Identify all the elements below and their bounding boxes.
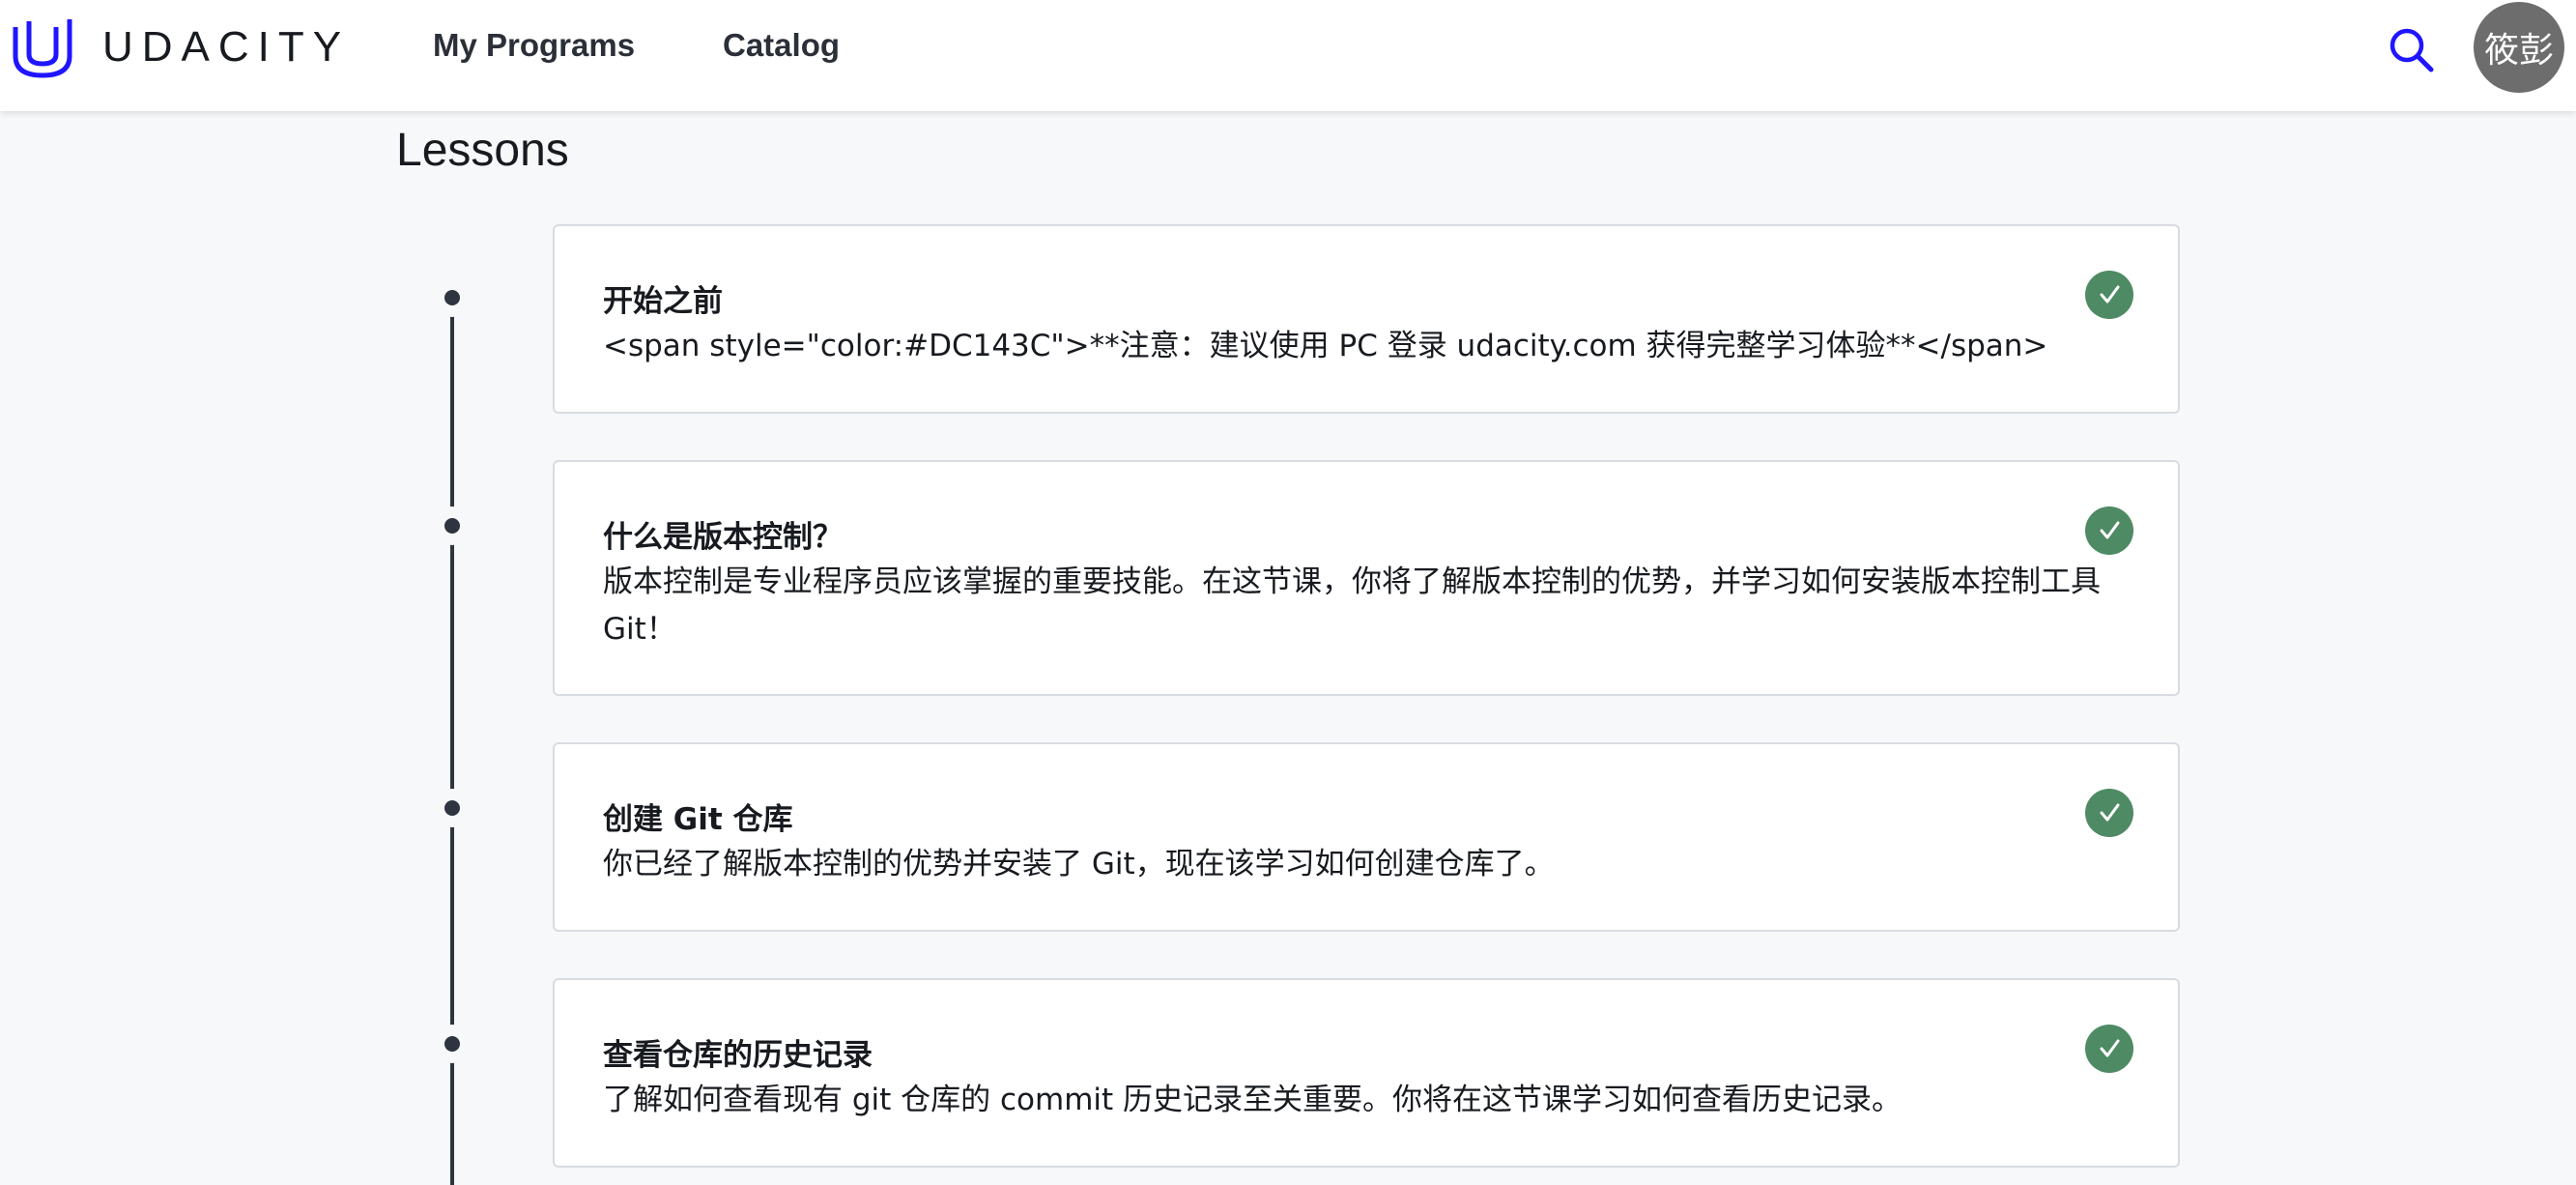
- lesson-description: 版本控制是专业程序员应该掌握的重要技能。在这节课，你将了解版本控制的优势，并学习…: [603, 564, 2101, 647]
- udacity-logo-icon: [13, 19, 72, 78]
- lesson-title: 创建 Git 仓库: [603, 802, 793, 837]
- avatar[interactable]: 筱彭: [2474, 2, 2564, 93]
- top-navigation-bar: UDACITY My Programs Catalog 筱彭: [0, 0, 2576, 111]
- lesson-card[interactable]: 开始之前 <span style="color:#DC143C">**注意：建议…: [553, 224, 2180, 414]
- lesson-description: 你已经了解版本控制的优势并安装了 Git，现在该学习如何创建仓库了。: [603, 847, 1555, 882]
- logo-wordmark: UDACITY: [102, 23, 351, 71]
- nav-catalog[interactable]: Catalog: [723, 27, 840, 64]
- timeline-dot: [433, 1025, 472, 1063]
- completed-check-icon: [2085, 271, 2133, 319]
- lesson-title: 查看仓库的历史记录: [603, 1038, 873, 1073]
- completed-check-icon: [2085, 506, 2133, 555]
- lesson-card[interactable]: 查看仓库的历史记录 了解如何查看现有 git 仓库的 commit 历史记录至关…: [553, 978, 2180, 1168]
- lesson-card[interactable]: 创建 Git 仓库 你已经了解版本控制的优势并安装了 Git，现在该学习如何创建…: [553, 742, 2180, 932]
- completed-check-icon: [2085, 1025, 2133, 1073]
- timeline-dot: [433, 506, 472, 545]
- timeline-dot: [433, 278, 472, 317]
- udacity-logo[interactable]: UDACITY: [10, 14, 350, 81]
- nav-my-programs[interactable]: My Programs: [433, 27, 635, 64]
- lesson-description: <span style="color:#DC143C">**注意：建议使用 PC…: [603, 329, 2048, 363]
- lesson-title: 开始之前: [603, 284, 723, 319]
- search-icon[interactable]: [2387, 25, 2437, 75]
- page-title: Lessons: [396, 125, 569, 176]
- completed-check-icon: [2085, 789, 2133, 837]
- lesson-card[interactable]: 什么是版本控制？ 版本控制是专业程序员应该掌握的重要技能。在这节课，你将了解版本…: [553, 460, 2180, 696]
- timeline-dot: [433, 789, 472, 827]
- lesson-title: 什么是版本控制？: [603, 520, 843, 555]
- lesson-description: 了解如何查看现有 git 仓库的 commit 历史记录至关重要。你将在这节课学…: [603, 1083, 1903, 1117]
